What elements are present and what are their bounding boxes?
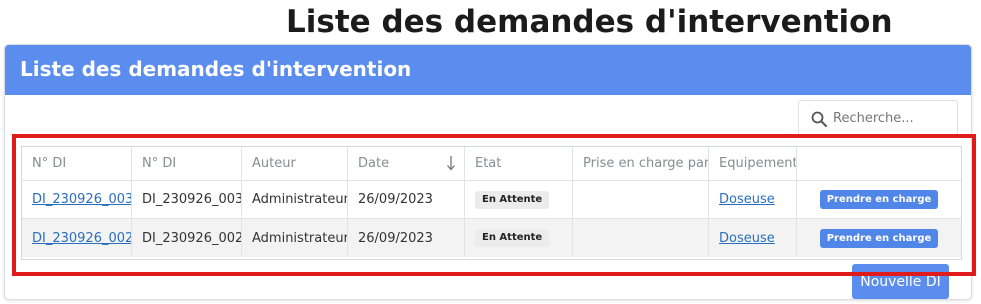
column-header-di[interactable]: N° DI bbox=[132, 147, 242, 180]
table-row: DI_230926_002 DI_230926_002 Administrate… bbox=[22, 218, 961, 257]
column-header-prise-en-charge[interactable]: Prise en charge par bbox=[573, 147, 709, 180]
column-header-equipement[interactable]: Equipement bbox=[709, 147, 797, 180]
auteur: Administrateur bbox=[242, 181, 348, 218]
column-header-etat[interactable]: Etat bbox=[465, 147, 573, 180]
sort-descending-icon[interactable] bbox=[446, 155, 456, 171]
status-badge: En Attente bbox=[475, 229, 550, 247]
page-title: Liste des demandes d'intervention bbox=[286, 4, 893, 40]
di-number: DI_230926_002 bbox=[132, 219, 242, 257]
status-badge: En Attente bbox=[475, 190, 550, 209]
date: 26/09/2023 bbox=[348, 181, 465, 218]
panel-title: Liste des demandes d'intervention bbox=[20, 57, 412, 81]
di-link[interactable]: DI_230926_003 bbox=[32, 192, 131, 207]
column-header-di-link[interactable]: N° DI bbox=[22, 147, 132, 180]
di-table: N° DI N° DI Auteur Date Etat Prise en ch… bbox=[21, 146, 962, 260]
table-header-row: N° DI N° DI Auteur Date Etat Prise en ch… bbox=[22, 147, 961, 180]
column-header-auteur[interactable]: Auteur bbox=[242, 147, 348, 180]
equipement-link[interactable]: Doseuse bbox=[719, 192, 775, 207]
di-link[interactable]: DI_230926_002 bbox=[32, 231, 131, 246]
column-header-actions bbox=[797, 147, 961, 180]
date: 26/09/2023 bbox=[348, 219, 465, 257]
search-icon bbox=[811, 111, 827, 127]
nouvelle-di-button[interactable]: Nouvelle DI bbox=[852, 264, 949, 299]
search-input[interactable] bbox=[833, 108, 951, 128]
di-list-panel: Liste des demandes d'intervention N° DI … bbox=[4, 44, 972, 300]
di-number: DI_230926_003 bbox=[132, 181, 242, 218]
prise-en-charge-par bbox=[573, 219, 709, 257]
auteur: Administrateur bbox=[242, 219, 348, 257]
prendre-en-charge-button[interactable]: Prendre en charge bbox=[819, 190, 939, 209]
column-header-date[interactable]: Date bbox=[348, 147, 465, 180]
column-header-date-label: Date bbox=[358, 156, 390, 171]
table-row: DI_230926_003 DI_230926_003 Administrate… bbox=[22, 180, 961, 218]
panel-header: Liste des demandes d'intervention bbox=[5, 45, 971, 95]
prendre-en-charge-button[interactable]: Prendre en charge bbox=[819, 228, 939, 248]
equipement-link[interactable]: Doseuse bbox=[719, 231, 775, 246]
search-box[interactable] bbox=[798, 100, 958, 136]
prise-en-charge-par bbox=[573, 181, 709, 218]
